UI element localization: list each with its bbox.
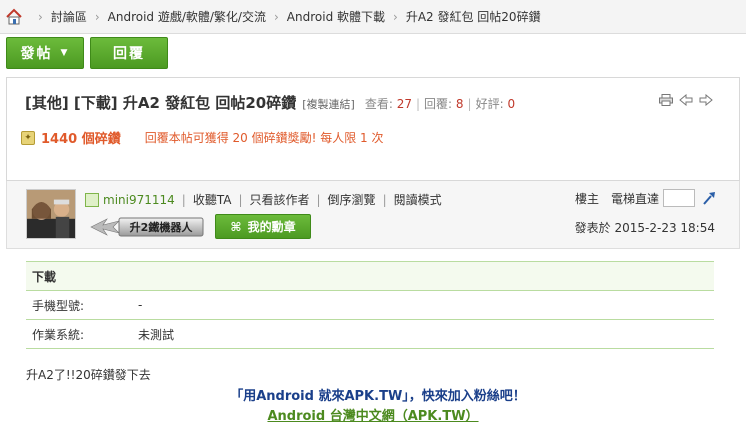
print-icon[interactable]	[659, 94, 673, 106]
reply-label: 回覆	[113, 46, 145, 62]
rank-badge-label: 升2鐵機器人	[130, 220, 194, 234]
breadcrumb-thread[interactable]: 升A2 發紅包 回帖20碎鑽	[406, 8, 541, 25]
reverse-order-link[interactable]: 倒序瀏覽	[328, 191, 376, 208]
follow-link[interactable]: 收聽TA	[193, 191, 232, 208]
table-row: 作業系統: 未測試	[26, 320, 714, 349]
replies-label: 回覆:	[424, 97, 453, 111]
table-row: 手機型號: -	[26, 291, 714, 320]
views-stat: 查看: 27	[365, 95, 412, 112]
table-value: 未測試	[138, 327, 175, 342]
views-count: 27	[396, 97, 412, 111]
reward-note: 回覆本帖可獲得 20 個碎鑽獎勵! 每人限 1 次	[144, 131, 384, 145]
stat-divider: |	[415, 97, 421, 111]
views-label: 查看:	[364, 97, 393, 111]
thread-header: [其他] [下載] 升A2 發紅包 回帖20碎鑽 [複製連結] 查看: 27 |…	[6, 77, 740, 181]
chevron-down-icon: ▼	[60, 48, 70, 58]
jump-label: 電梯直達	[610, 191, 659, 206]
my-medals-label: 我的勳章	[247, 220, 296, 234]
breadcrumb-separator: ›	[273, 9, 279, 24]
medal-icon: ⌘	[230, 219, 242, 234]
breadcrumb-separator: ›	[393, 9, 398, 24]
divider: |	[316, 192, 321, 207]
rating-label: 好評:	[475, 97, 504, 111]
breadcrumb: › 討論區 › Android 遊戲/軟體/繁化/交流 › Android 軟體…	[0, 0, 746, 34]
post-body: 升A2了!!20碎鑽發下去	[26, 368, 151, 382]
floor-jump-input[interactable]	[663, 189, 695, 207]
promo-line: 「用Android 就來APK.TW」，快來加入粉絲吧！	[230, 389, 526, 404]
table-heading: 下載	[26, 261, 714, 291]
table-value: -	[138, 298, 143, 312]
breadcrumb-separator: ›	[38, 9, 43, 24]
breadcrumb-category[interactable]: Android 遊戲/軟體/繁化/交流	[108, 8, 266, 25]
divider: |	[181, 192, 186, 207]
table-key: 手機型號:	[32, 298, 85, 313]
new-post-button[interactable]: 發帖 ▼	[6, 37, 84, 69]
thread-title: [其他] [下載] 升A2 發紅包 回帖20碎鑽	[25, 94, 297, 112]
reply-button[interactable]: 回覆	[90, 37, 168, 69]
reward-row: ✦ 1440 個碎鑽 回覆本帖可獲得 20 個碎鑽獎勵! 每人限 1 次	[21, 128, 384, 147]
table-key: 作業系統:	[32, 327, 85, 342]
thread-tools	[659, 94, 713, 106]
promo-link[interactable]: Android 台灣中文網（APK.TW）	[0, 405, 746, 424]
previous-thread-icon[interactable]	[679, 94, 693, 106]
my-medals-button[interactable]: ⌘ 我的勳章	[215, 214, 311, 239]
stat-divider: |	[467, 97, 472, 111]
breadcrumb-separator: ›	[94, 9, 100, 24]
diamond-icon: ✦	[21, 130, 35, 145]
post-time: 發表於 2015-2-23 18:54	[574, 221, 715, 235]
reading-mode-link[interactable]: 閱讀模式	[394, 191, 442, 208]
replies-count: 8	[455, 97, 464, 111]
breadcrumb-subforum[interactable]: Android 軟體下載	[287, 8, 385, 25]
divider: |	[382, 192, 387, 207]
next-thread-icon[interactable]	[699, 94, 713, 106]
author-info: mini971114 | 收聽TA | 只看該作者 | 倒序瀏覽 | 閱讀模式	[85, 191, 442, 208]
download-info-table: 下載 手機型號: - 作業系統: 未測試	[26, 261, 714, 349]
avatar[interactable]	[26, 189, 76, 239]
rating-stat: 好評: 0	[476, 95, 516, 112]
rating-count: 0	[507, 97, 516, 111]
copy-link[interactable]: [複製連結]	[302, 96, 355, 112]
author-only-link[interactable]: 只看該作者	[249, 191, 309, 208]
floor-label: 樓主	[574, 191, 599, 206]
jump-go-icon[interactable]	[701, 190, 717, 206]
post-author-bar: mini971114 | 收聽TA | 只看該作者 | 倒序瀏覽 | 閱讀模式 …	[6, 181, 740, 249]
divider: |	[238, 192, 243, 207]
floor-tools: 樓主 電梯直達	[575, 189, 717, 207]
breadcrumb-forum[interactable]: 討論區	[51, 8, 87, 25]
home-icon[interactable]	[4, 7, 24, 27]
reward-total: 1440 個碎鑽	[41, 132, 121, 147]
online-status-icon	[85, 192, 99, 207]
new-post-label: 發帖	[20, 46, 53, 62]
rank-badge: 升2鐵機器人	[90, 217, 204, 237]
replies-stat: 回覆: 8	[424, 95, 464, 112]
author-name[interactable]: mini971114	[103, 193, 175, 207]
